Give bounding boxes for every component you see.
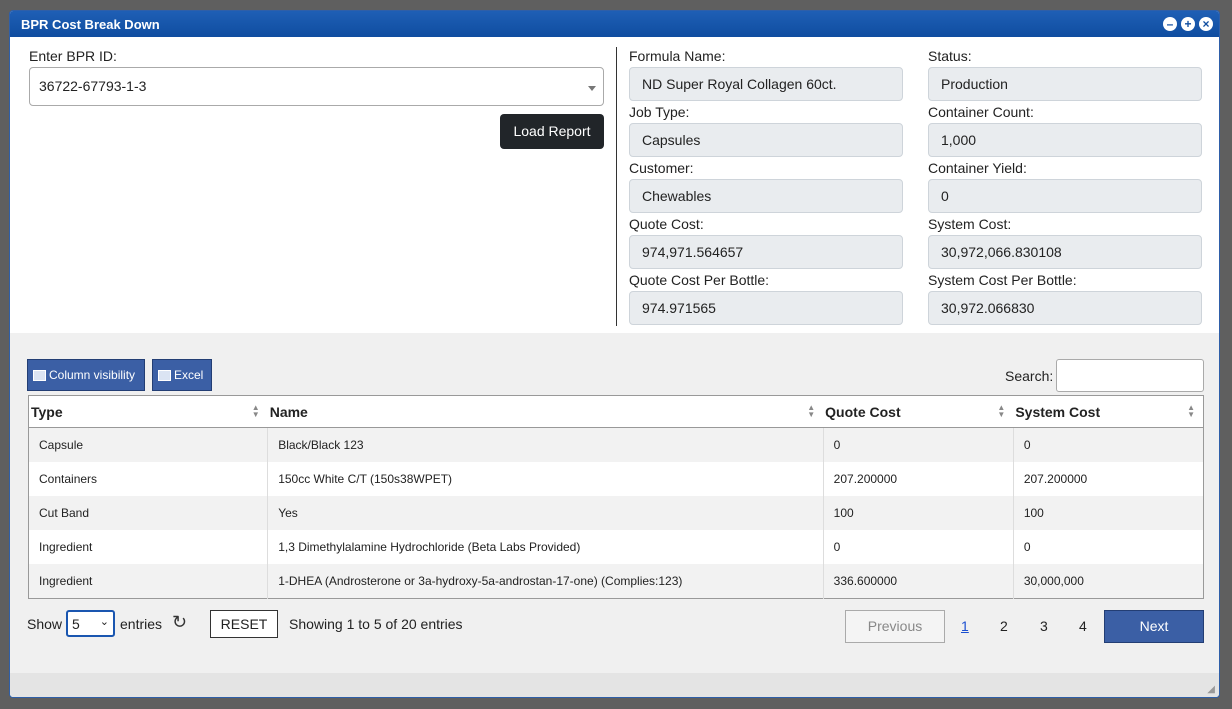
container-yield-field: 0 [928, 179, 1202, 213]
report-panel: Enter BPR ID: 36722-67793-1-3 Load Repor… [10, 37, 1219, 333]
column-header-system-cost[interactable]: System Cost ▲ ▼ [1013, 395, 1204, 428]
table-row[interactable]: Containers 150cc White C/T (150s38WPET) … [29, 462, 1204, 496]
excel-label: Excel [174, 368, 204, 382]
bpr-id-value: 36722-67793-1-3 [39, 78, 147, 94]
quote-cost-per-bottle-label: Quote Cost Per Bottle: [629, 272, 770, 288]
bpr-id-label: Enter BPR ID: [29, 48, 117, 64]
page-link-1[interactable]: 1 [961, 618, 969, 634]
customer-field: Chewables [629, 179, 903, 213]
close-icon[interactable]: × [1199, 17, 1213, 31]
status-field: Production [928, 67, 1202, 101]
status-bar: ◢ [10, 673, 1219, 697]
window-title: BPR Cost Break Down [21, 17, 160, 32]
cost-breakdown-window: BPR Cost Break Down – + × Enter BPR ID: … [9, 10, 1220, 698]
system-cost-per-bottle-field: 30,972.066830 [928, 291, 1202, 325]
status-label: Status: [928, 48, 972, 64]
sort-icon: ▲ ▼ [997, 403, 1006, 419]
container-count-label: Container Count: [928, 104, 1034, 120]
cell-system-cost: 0 [1012, 530, 1204, 564]
dropdown-arrow-icon [588, 86, 596, 91]
spreadsheet-icon [158, 369, 171, 381]
chevron-down-icon: ⌄ [99, 616, 109, 628]
previous-page-button[interactable]: Previous [845, 610, 945, 643]
cell-system-cost: 0 [1012, 427, 1204, 462]
system-cost-label: System Cost: [928, 216, 1012, 232]
page-link-3[interactable]: 3 [1040, 618, 1048, 634]
refresh-icon[interactable]: ↻ [172, 612, 187, 633]
entries-per-page-value: 5 [72, 616, 80, 632]
sort-icon: ▲ ▼ [807, 403, 816, 419]
quote-cost-label: Quote Cost: [629, 216, 704, 232]
search-input[interactable] [1056, 359, 1204, 392]
cell-type: Cut Band [39, 506, 90, 520]
column-visibility-label: Column visibility [49, 368, 136, 382]
table-row[interactable]: Ingredient 1,3 Dimethylalamine Hydrochlo… [29, 530, 1204, 564]
column-visibility-button[interactable]: Column visibility [27, 359, 145, 391]
sort-icon: ▲ ▼ [251, 403, 260, 419]
panel-divider [616, 47, 617, 326]
cell-system-cost: 30,000,000 [1012, 564, 1204, 599]
minimize-icon[interactable]: – [1163, 17, 1177, 31]
cell-system-cost: 100 [1012, 496, 1204, 530]
column-header-quote-cost[interactable]: Quote Cost ▲ ▼ [823, 395, 1014, 428]
cost-table: Type ▲ ▼ Name ▲ ▼ Quote Cost ▲ ▼ System Cost ▲ ▼… [28, 395, 1204, 599]
job-type-label: Job Type: [629, 104, 690, 120]
cell-type: Containers [39, 472, 98, 486]
customer-label: Customer: [629, 160, 694, 176]
load-report-button[interactable]: Load Report [500, 114, 604, 149]
container-count-field: 1,000 [928, 123, 1202, 157]
cell-name: 150cc White C/T (150s38WPET) [267, 462, 824, 496]
cell-name: 1-DHEA (Androsterone or 3a-hydroxy-5a-an… [267, 564, 824, 599]
columns-icon [33, 369, 46, 381]
title-bar: BPR Cost Break Down – + × [10, 11, 1219, 37]
table-header-row: Type ▲ ▼ Name ▲ ▼ Quote Cost ▲ ▼ System Cost ▲ ▼ [28, 395, 1204, 428]
table-row[interactable]: Cut Band Yes 100 100 [28, 496, 1204, 530]
formula-name-field: ND Super Royal Collagen 60ct. [629, 67, 903, 101]
entries-per-page-select[interactable]: 5 ⌄ [66, 610, 115, 637]
page-link-2[interactable]: 2 [1000, 618, 1008, 634]
reset-button[interactable]: RESET [210, 610, 278, 638]
column-header-name[interactable]: Name ▲ ▼ [267, 395, 824, 428]
system-cost-per-bottle-label: System Cost Per Bottle: [928, 272, 1077, 288]
search-label: Search: [1005, 368, 1054, 384]
quote-cost-per-bottle-field: 974.971565 [629, 291, 903, 325]
cell-quote-cost: 207.200000 [822, 462, 1014, 496]
sort-icon: ▲ ▼ [1187, 403, 1195, 419]
quote-cost-field: 974,971.564657 [629, 235, 903, 269]
table-row[interactable]: Capsule Black/Black 123 0 0 [28, 427, 1204, 462]
next-page-button[interactable]: Next [1104, 610, 1204, 643]
cell-type: Capsule [39, 438, 84, 452]
cell-name: 1,3 Dimethylalamine Hydrochloride (Beta … [267, 530, 824, 564]
bpr-id-select[interactable]: 36722-67793-1-3 [29, 67, 604, 106]
cell-quote-cost: 100 [822, 496, 1014, 530]
cell-system-cost: 207.200000 [1012, 462, 1204, 496]
job-type-field: Capsules [629, 123, 903, 157]
entries-label: entries [120, 616, 163, 632]
window-controls: – + × [1163, 17, 1213, 31]
cell-name: Yes [267, 496, 824, 530]
excel-export-button[interactable]: Excel [152, 359, 212, 391]
cell-quote-cost: 0 [822, 427, 1014, 462]
resize-grip-icon[interactable]: ◢ [1207, 684, 1215, 695]
cell-quote-cost: 336.600000 [822, 564, 1014, 599]
table-row[interactable]: Ingredient 1-DHEA (Androsterone or 3a-hy… [28, 564, 1204, 599]
show-label: Show [27, 616, 63, 632]
container-yield-label: Container Yield: [928, 160, 1027, 176]
column-header-type[interactable]: Type ▲ ▼ [28, 395, 268, 428]
formula-name-label: Formula Name: [629, 48, 726, 64]
cell-type: Ingredient [39, 540, 93, 554]
cell-name: Black/Black 123 [267, 427, 824, 462]
page-link-4[interactable]: 4 [1079, 618, 1087, 634]
maximize-icon[interactable]: + [1181, 17, 1195, 31]
table-info: Showing 1 to 5 of 20 entries [289, 616, 463, 632]
system-cost-field: 30,972,066.830108 [928, 235, 1202, 269]
cell-type: Ingredient [39, 574, 93, 588]
cell-quote-cost: 0 [822, 530, 1014, 564]
